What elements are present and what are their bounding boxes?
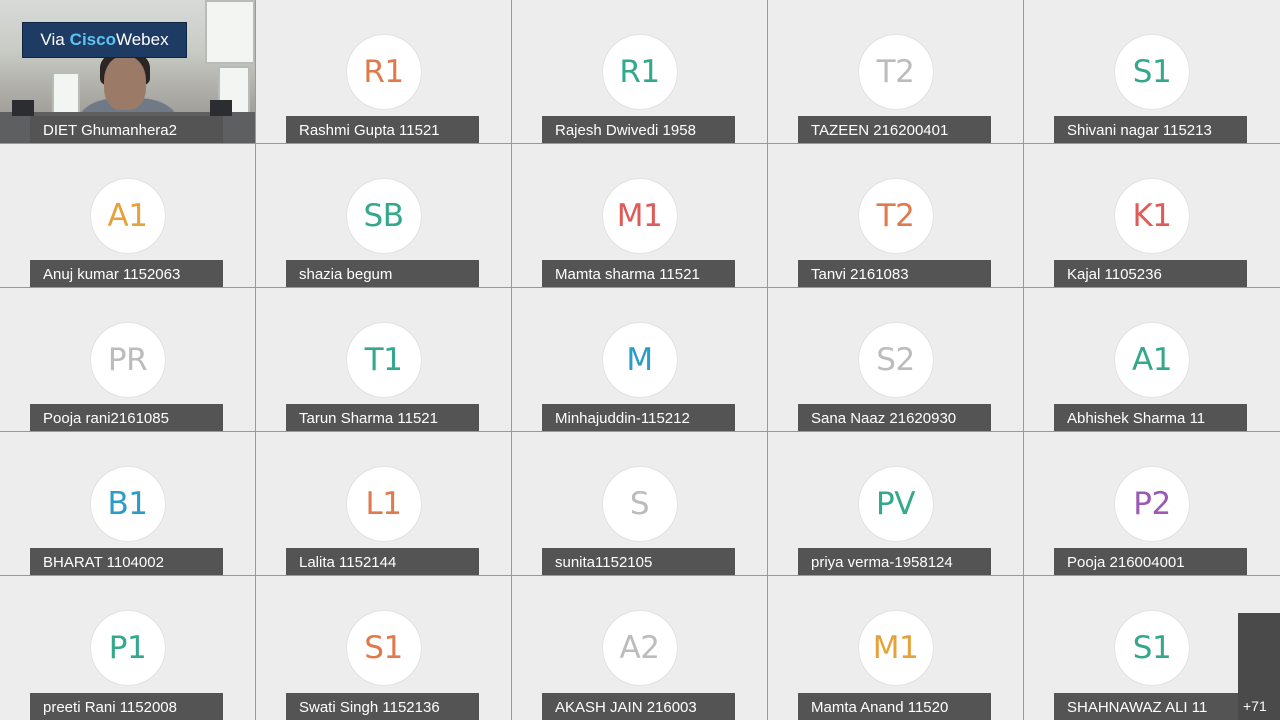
participant-tile[interactable]: PR Pooja rani2161085 (0, 288, 255, 431)
avatar: M (602, 323, 677, 397)
background-window (52, 72, 80, 116)
participant-tile[interactable]: S1 Shivani nagar 115213 (1024, 0, 1280, 143)
participant-tile[interactable]: P1 preeti Rani 1152008 (0, 576, 255, 720)
participant-name: AKASH JAIN 216003 (542, 693, 735, 720)
person-face (104, 56, 146, 110)
badge-prefix: Via (40, 30, 65, 49)
participant-tile[interactable]: R1 Rashmi Gupta 11521 (256, 0, 511, 143)
participant-tile[interactable]: PV priya verma-1958124 (768, 432, 1023, 575)
participant-name: Minhajuddin-115212 (542, 404, 735, 431)
avatar: S1 (1115, 611, 1189, 685)
avatar: S1 (346, 611, 421, 685)
participant-tile[interactable]: A1 Abhishek Sharma 11 (1024, 288, 1280, 431)
participant-name: Pooja rani2161085 (30, 404, 223, 431)
avatar: P2 (1115, 467, 1189, 541)
monitor (12, 100, 34, 116)
avatar: S2 (858, 323, 933, 397)
avatar: B1 (90, 467, 165, 541)
participant-name: Abhishek Sharma 11 (1054, 404, 1247, 431)
participant-name: Rajesh Dwivedi 1958 (542, 116, 735, 143)
avatar: T2 (858, 179, 933, 253)
avatar: R1 (602, 35, 677, 109)
participant-tile[interactable]: SB shazia begum (256, 144, 511, 287)
monitor (210, 100, 232, 116)
participant-tile[interactable]: Ssunita1152105 (512, 432, 767, 575)
webex-badge: Via Cisco Webex (22, 22, 187, 58)
participant-name: Sana Naaz 21620930 (798, 404, 991, 431)
participant-name: SHAHNAWAZ ALI 11 (1054, 693, 1247, 720)
participant-name: Mamta sharma 11521 (542, 260, 735, 287)
participant-tile[interactable]: R1 Rajesh Dwivedi 1958 (512, 0, 767, 143)
participant-name: DIET Ghumanhera2 (30, 116, 223, 143)
participant-name: Anuj kumar 1152063 (30, 260, 223, 287)
avatar: T2 (858, 35, 933, 109)
background-window (205, 0, 255, 64)
participant-name: Tanvi 2161083 (798, 260, 991, 287)
badge-brand-cisco: Cisco (69, 30, 116, 49)
participant-tile[interactable]: S1 Swati Singh 1152136 (256, 576, 511, 720)
participant-name: Lalita 1152144 (286, 548, 479, 575)
participant-grid: Via Cisco Webex DIET Ghumanhera2 R1 Rashmi… (0, 0, 1280, 720)
avatar: M1 (858, 611, 933, 685)
participant-tile[interactable]: T2 Tanvi 2161083 (768, 144, 1023, 287)
participant-tile[interactable]: P2 Pooja 216004001 (1024, 432, 1280, 575)
participant-tile[interactable]: M1 Mamta sharma 11521 (512, 144, 767, 287)
participant-tile[interactable]: A1 Anuj kumar 1152063 (0, 144, 255, 287)
participant-tile[interactable]: A2 AKASH JAIN 216003 (512, 576, 767, 720)
avatar: PV (858, 467, 933, 541)
avatar: A2 (602, 611, 677, 685)
avatar: K1 (1115, 179, 1189, 253)
avatar: S1 (1115, 35, 1189, 109)
participant-name: preeti Rani 1152008 (30, 693, 223, 720)
participant-name: sunita1152105 (542, 548, 735, 575)
participant-tile[interactable]: T1 Tarun Sharma 11521 (256, 288, 511, 431)
participant-name: Shivani nagar 115213 (1054, 116, 1247, 143)
avatar: SB (346, 179, 421, 253)
avatar: PR (90, 323, 165, 397)
participant-name: Pooja 216004001 (1054, 548, 1247, 575)
participant-name: Rashmi Gupta 11521 (286, 116, 479, 143)
avatar: P1 (90, 611, 165, 685)
more-participants-count: +71 (1243, 698, 1267, 714)
participant-name: Kajal 1105236 (1054, 260, 1247, 287)
participant-name: priya verma-1958124 (798, 548, 991, 575)
participant-tile[interactable]: K1 Kajal 1105236 (1024, 144, 1280, 287)
avatar: R1 (346, 35, 421, 109)
avatar: L1 (346, 467, 421, 541)
participant-name: TAZEEN 216200401 (798, 116, 991, 143)
video-tile-self[interactable]: Via Cisco Webex DIET Ghumanhera2 (0, 0, 255, 143)
participant-tile[interactable]: L1 Lalita 1152144 (256, 432, 511, 575)
participant-tile[interactable]: B1 BHARAT 1104002 (0, 432, 255, 575)
avatar: T1 (346, 323, 421, 397)
avatar: S (602, 467, 677, 541)
participant-tile[interactable]: M Minhajuddin-115212 (512, 288, 767, 431)
participant-name: Mamta Anand 11520 (798, 693, 991, 720)
more-participants-button[interactable]: +71 (1238, 613, 1280, 720)
avatar: A1 (90, 179, 165, 253)
participant-tile[interactable]: T2 TAZEEN 216200401 (768, 0, 1023, 143)
participant-name: Swati Singh 1152136 (286, 693, 479, 720)
avatar: A1 (1115, 323, 1189, 397)
participant-name: BHARAT 1104002 (30, 548, 223, 575)
participant-tile[interactable]: S2 Sana Naaz 21620930 (768, 288, 1023, 431)
participant-name: Tarun Sharma 11521 (286, 404, 479, 431)
participant-tile[interactable]: M1 Mamta Anand 11520 (768, 576, 1023, 720)
participant-name: shazia begum (286, 260, 479, 287)
badge-brand-webex: Webex (115, 30, 169, 49)
avatar: M1 (602, 179, 677, 253)
